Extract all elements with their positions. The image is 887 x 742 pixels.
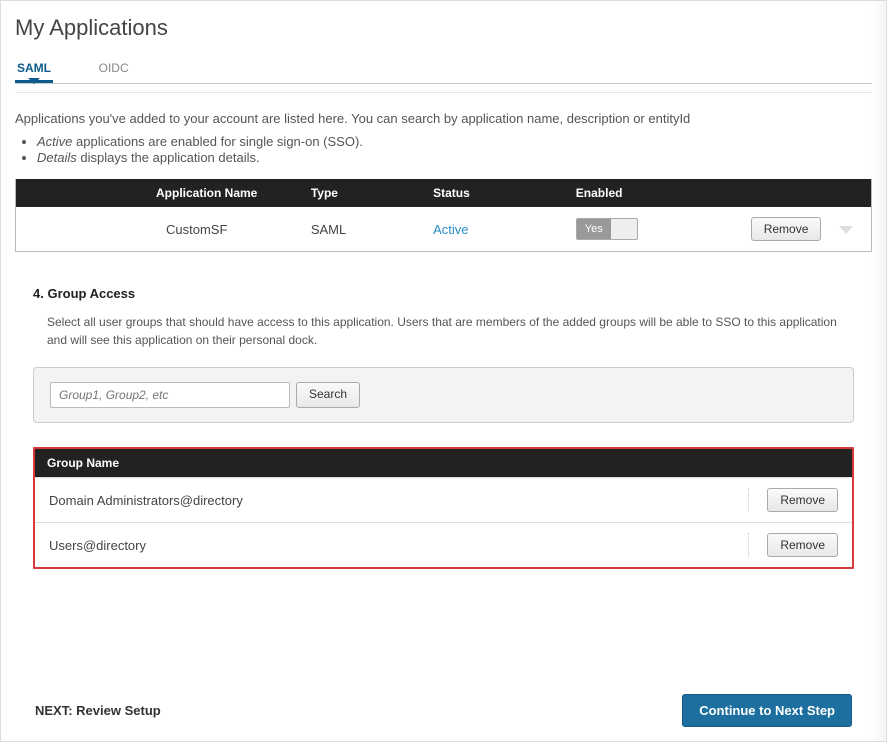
table-header-row: Application Name Type Status Enabled xyxy=(16,179,872,207)
col-status: Status xyxy=(423,179,566,207)
col-type: Type xyxy=(301,179,423,207)
group-row: Users@directory Remove xyxy=(35,522,852,567)
groups-table: Group Name Domain Administrators@directo… xyxy=(33,447,854,569)
cell-application-name: CustomSF xyxy=(16,207,301,252)
intro-bullet: Active applications are enabled for sing… xyxy=(37,134,872,149)
remove-app-button[interactable]: Remove xyxy=(751,217,822,241)
enabled-toggle[interactable]: Yes xyxy=(576,218,638,240)
cell-actions: Remove xyxy=(708,207,871,252)
divider xyxy=(15,92,872,93)
applications-table: Application Name Type Status Enabled Cus… xyxy=(15,179,872,252)
status-link[interactable]: Active xyxy=(433,222,468,237)
group-name: Domain Administrators@directory xyxy=(49,493,243,508)
expand-row-icon[interactable] xyxy=(839,226,853,234)
groups-table-header: Group Name xyxy=(35,449,852,477)
continue-button[interactable]: Continue to Next Step xyxy=(682,694,852,727)
section-description: Select all user groups that should have … xyxy=(47,313,854,349)
group-row: Domain Administrators@directory Remove xyxy=(35,477,852,522)
cell-enabled: Yes xyxy=(566,207,709,252)
intro-text: Applications you've added to your accoun… xyxy=(15,111,872,126)
search-panel: Search xyxy=(33,367,854,423)
page-container: My Applications SAML OIDC Applications y… xyxy=(0,0,887,742)
section-title: 4. Group Access xyxy=(33,286,854,301)
col-enabled: Enabled xyxy=(566,179,709,207)
table-row: CustomSF SAML Active Yes Remove xyxy=(16,207,872,252)
tab-saml[interactable]: SAML xyxy=(15,55,53,83)
col-application-name: Application Name xyxy=(16,179,301,207)
group-search-input[interactable] xyxy=(50,382,290,408)
tab-oidc[interactable]: OIDC xyxy=(97,55,131,83)
next-step-label: NEXT: Review Setup xyxy=(35,703,161,718)
intro-bullet: Details displays the application details… xyxy=(37,150,872,165)
col-actions xyxy=(708,179,871,207)
intro-bullets: Active applications are enabled for sing… xyxy=(37,134,872,165)
remove-group-button[interactable]: Remove xyxy=(767,488,838,512)
footer: NEXT: Review Setup Continue to Next Step xyxy=(1,694,886,727)
tab-bar: SAML OIDC xyxy=(15,55,872,84)
cell-type: SAML xyxy=(301,207,423,252)
group-access-section: 4. Group Access Select all user groups t… xyxy=(33,286,854,569)
group-name: Users@directory xyxy=(49,538,146,553)
toggle-yes-label: Yes xyxy=(577,219,611,239)
page-title: My Applications xyxy=(15,15,872,41)
search-button[interactable]: Search xyxy=(296,382,360,408)
remove-group-button[interactable]: Remove xyxy=(767,533,838,557)
cell-status: Active xyxy=(423,207,566,252)
